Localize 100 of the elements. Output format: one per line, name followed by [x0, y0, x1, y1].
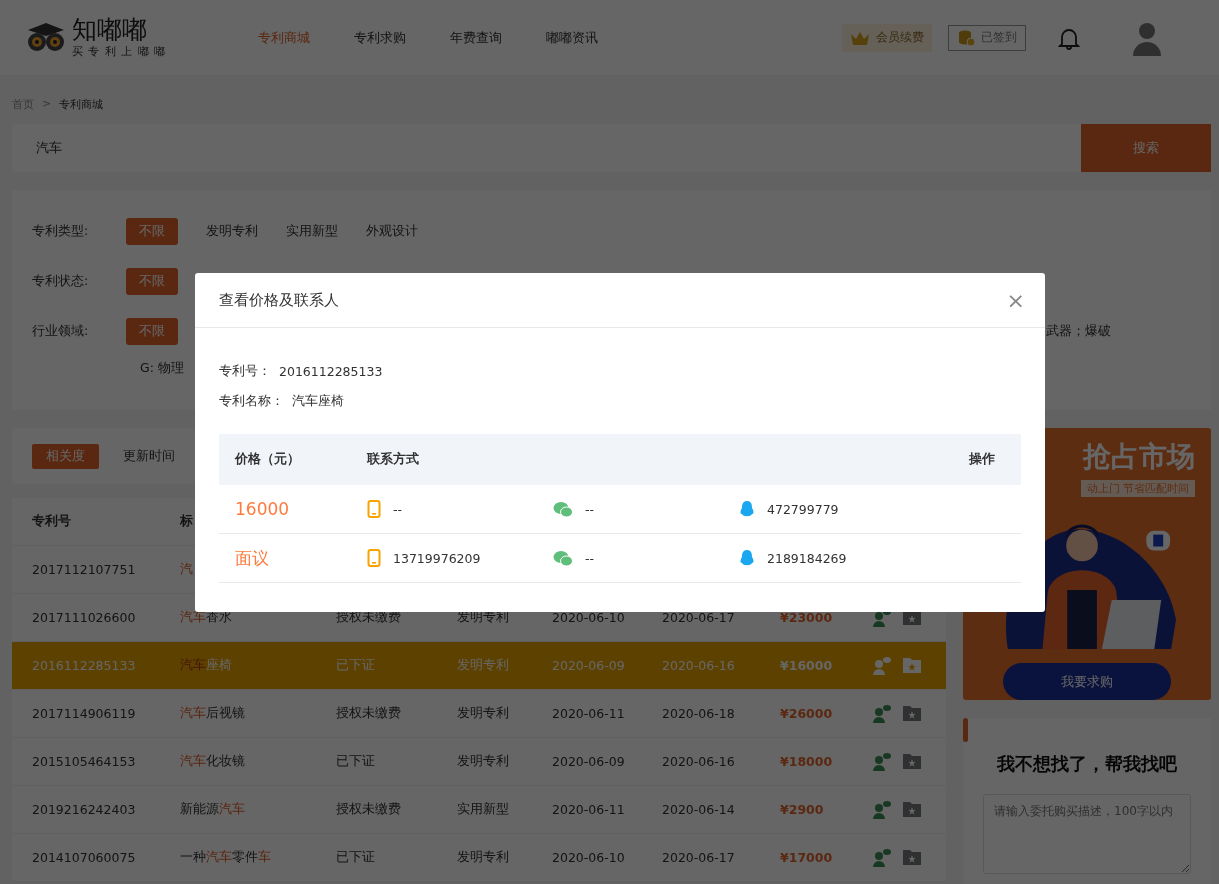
table-cell-text: 发明专利 — [457, 753, 510, 770]
filter-label: 行业领域: — [32, 322, 90, 340]
column-header: 联系方式 — [367, 451, 420, 468]
contact-chat-icon — [872, 751, 892, 772]
dialog-title: 查看价格及联系人 — [219, 290, 339, 310]
nav-link[interactable]: 嘟嘟资讯 — [546, 28, 598, 47]
filter-label: 专利状态: — [32, 272, 90, 290]
table-cell-text: 2020-06-18 — [662, 706, 736, 721]
field-label: 专利号： — [219, 362, 271, 380]
table-cell-text: 授权未缴费 — [336, 705, 402, 722]
table-cell-text: 2020-06-11 — [552, 802, 626, 817]
table-cell-text: 2020-06-16 — [662, 658, 736, 673]
table-cell-text: 发明专利 — [457, 705, 510, 722]
price: ¥2900 — [780, 802, 825, 817]
folder-star-icon — [902, 751, 922, 770]
table-cell-text: 已下证 — [336, 849, 376, 866]
penguin-icon — [739, 549, 755, 567]
filter-option[interactable]: 武器；爆破 — [1046, 317, 1111, 345]
column-header: 专利号 — [32, 513, 72, 530]
member-renew-button[interactable]: 会员续费 — [842, 23, 932, 52]
nav-link[interactable]: 专利求购 — [354, 28, 406, 47]
contact-chat-icon — [872, 847, 892, 868]
contact-chat-icon — [872, 655, 892, 676]
penguin-icon — [739, 500, 755, 518]
folder-star-icon — [902, 703, 922, 722]
sort-option[interactable]: 相关度 — [32, 443, 99, 469]
field-label: 专利名称： — [219, 392, 284, 410]
table-cell-text: 2019216242403 — [32, 802, 137, 817]
table-cell-text: 2020-06-17 — [662, 850, 736, 865]
search-button[interactable]: 搜索 — [1081, 124, 1211, 172]
table-cell-text: 2020-06-09 — [552, 754, 626, 769]
table-cell-text: 2020-06-10 — [552, 610, 626, 625]
table-cell-text: 汽 — [180, 561, 194, 578]
price: ¥16000 — [780, 658, 834, 673]
folder-star-icon — [902, 655, 922, 674]
nav-link[interactable]: 年费查询 — [450, 28, 502, 47]
table-cell-text: 已下证 — [336, 753, 376, 770]
table-cell-text: 2017112107751 — [32, 562, 137, 577]
wechat-icon — [553, 500, 573, 518]
column-header: 价格（元） — [235, 451, 301, 468]
table-cell-text: 2020-06-10 — [552, 850, 626, 865]
filter-option[interactable]: 不限 — [126, 317, 178, 345]
price: ¥26000 — [780, 706, 834, 721]
filter-option[interactable]: 发明专利 — [206, 217, 258, 245]
table-cell-text: 2020-06-17 — [662, 610, 736, 625]
wechat-id: -- — [585, 501, 595, 517]
price: 面议 — [235, 546, 270, 570]
logo-wordmark: 知嘟嘟 — [72, 16, 148, 44]
coins-icon — [957, 28, 975, 47]
field-value: 汽车座椅 — [292, 392, 344, 410]
logo-slogan: 买 专 利 上 嘟 嘟 — [72, 44, 167, 59]
phone-icon — [367, 549, 381, 567]
sort-option[interactable]: 更新时间 — [123, 442, 175, 470]
contact-chat-icon — [872, 799, 892, 820]
phone-icon — [367, 500, 381, 518]
accent-bar — [963, 718, 968, 742]
wechat-id: -- — [585, 550, 595, 566]
table-cell-text: 2017114906119 — [32, 706, 137, 721]
qq-number: 472799779 — [767, 501, 839, 517]
table-cell-text: 2020-06-11 — [552, 706, 626, 721]
filter-option[interactable]: 实用新型 — [286, 217, 338, 245]
table-cell-text: 2016112285133 — [32, 658, 137, 673]
folder-star-icon — [902, 847, 922, 866]
column-header: 标 — [180, 513, 194, 530]
filter-option[interactable]: 不限 — [126, 217, 178, 245]
table-cell-text: 实用新型 — [457, 801, 510, 818]
folder-star-icon — [902, 799, 922, 818]
table-cell-text: 汽车后视镜 — [180, 705, 246, 722]
table-cell-text: 2020-06-14 — [662, 802, 736, 817]
filter-option[interactable]: 外观设计 — [366, 217, 418, 245]
price: ¥18000 — [780, 754, 834, 769]
close-button[interactable]: × — [1002, 287, 1029, 313]
table-cell-text: 2020-06-09 — [552, 658, 626, 673]
table-cell-text: 2020-06-16 — [662, 754, 736, 769]
table-cell-text: 已下证 — [336, 657, 376, 674]
filter-option[interactable]: G: 物理 — [140, 354, 184, 382]
filter-label: 专利类型: — [32, 222, 90, 240]
breadcrumb-separator: > — [42, 97, 52, 112]
contact-chat-icon — [872, 703, 892, 724]
table-cell-text: 2017111026600 — [32, 610, 137, 625]
table-cell-text: 新能源汽车 — [180, 801, 246, 818]
price: 16000 — [235, 499, 291, 519]
price: ¥17000 — [780, 850, 834, 865]
phone-number: -- — [393, 501, 403, 517]
table-cell-text: 汽车化妆镜 — [180, 753, 246, 770]
table-cell-text: 授权未缴费 — [336, 801, 402, 818]
wechat-icon — [553, 549, 573, 567]
table-cell-text: 2014107060075 — [32, 850, 137, 865]
table-cell-text: 2015105464153 — [32, 754, 137, 769]
phone-number: 13719976209 — [393, 550, 481, 566]
request-title: 我不想找了，帮我找吧 — [997, 752, 1177, 776]
request-purchase-button[interactable]: 我要求购 — [1003, 663, 1171, 700]
table-cell-text: 发明专利 — [457, 657, 510, 674]
breadcrumb-item[interactable]: 专利商城 — [59, 97, 104, 112]
qq-number: 2189184269 — [767, 550, 847, 566]
column-header: 操作 — [969, 451, 995, 468]
field-value: 2016112285133 — [279, 363, 383, 379]
filter-option[interactable]: 不限 — [126, 267, 178, 295]
table-cell-text: 发明专利 — [457, 849, 510, 866]
nav-link[interactable]: 专利商城 — [258, 28, 310, 47]
